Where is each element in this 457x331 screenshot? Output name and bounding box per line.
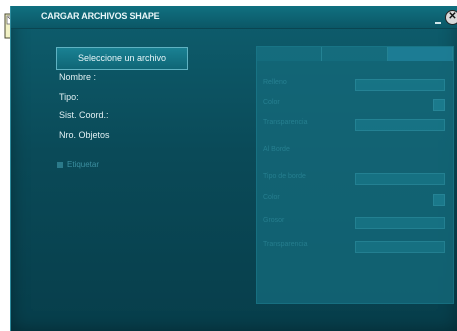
etiquetar-checkbox[interactable]: Etiquetar (57, 160, 99, 169)
relleno-label: Relleno (263, 79, 287, 86)
color-borde-picker[interactable] (433, 194, 445, 206)
panel-row-color: Color (263, 99, 445, 111)
panel-row-grosor: Grosor (263, 217, 445, 229)
panel-row-transparencia-borde: Transparencia (263, 241, 445, 253)
window-title: CARGAR ARCHIVOS SHAPE (41, 11, 160, 21)
style-panel: Relleno Color Transparencia Al Borde Tip… (256, 46, 454, 304)
panel-row-tipo-borde: Tipo de borde (263, 173, 445, 185)
color-picker[interactable] (433, 99, 445, 111)
checkbox-icon (57, 161, 63, 168)
tipo-label: Tipo: (59, 92, 79, 102)
panel-row-relleno: Relleno (263, 79, 445, 91)
select-file-button[interactable]: Seleccione un archivo (56, 47, 188, 70)
tab-3[interactable] (387, 47, 453, 61)
panel-row-transparencia: Transparencia (263, 119, 445, 131)
transparencia-label: Transparencia (263, 119, 308, 126)
transparencia-borde-field[interactable] (355, 241, 445, 253)
tab-1[interactable] (257, 47, 323, 61)
transparencia-field[interactable] (355, 119, 445, 131)
transparencia-borde-label: Transparencia (263, 241, 308, 248)
minimize-button[interactable] (435, 22, 441, 24)
panel-row-borde: Al Borde (263, 146, 445, 158)
close-button[interactable]: ✕ (445, 10, 457, 25)
etiquetar-label: Etiquetar (67, 160, 100, 169)
titlebar: CARGAR ARCHIVOS SHAPE ✕ (11, 6, 457, 29)
tab-2[interactable] (322, 47, 388, 61)
load-shapefile-window: CARGAR ARCHIVOS SHAPE ✕ Seleccione un ar… (10, 6, 457, 331)
nro-objetos-label: Nro. Objetos (59, 130, 110, 140)
color-borde-label: Color (263, 194, 280, 201)
grosor-label: Grosor (263, 217, 285, 224)
nombre-label: Nombre : (59, 72, 97, 82)
tipo-borde-label: Tipo de borde (263, 173, 306, 180)
color-label: Color (263, 99, 280, 106)
tipo-borde-field[interactable] (355, 173, 445, 185)
relleno-field[interactable] (355, 79, 445, 91)
panel-tabs (257, 47, 453, 61)
borde-label: Al Borde (263, 146, 290, 153)
grosor-field[interactable] (355, 217, 445, 229)
sist-coord-label: Sist. Coord.: (59, 110, 109, 120)
panel-row-color-borde: Color (263, 194, 445, 206)
